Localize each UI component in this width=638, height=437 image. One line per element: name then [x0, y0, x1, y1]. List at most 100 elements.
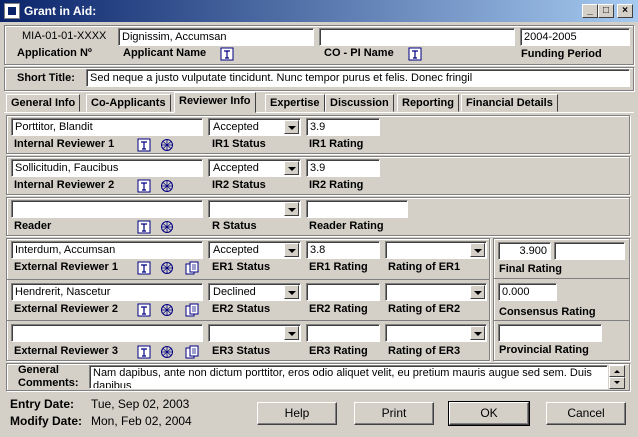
lookup-icon[interactable]	[137, 261, 151, 275]
chevron-down-icon[interactable]	[284, 326, 299, 340]
final-rating-field[interactable]: 3.900	[498, 242, 551, 260]
chevron-down-icon[interactable]	[284, 161, 299, 175]
lookup-icon[interactable]	[408, 47, 422, 61]
tab-reporting[interactable]: Reporting	[397, 94, 459, 112]
tab-general-info[interactable]: General Info	[6, 94, 81, 112]
network-icon[interactable]	[160, 179, 174, 193]
ir2-rating-label: IR2 Rating	[309, 179, 364, 191]
er3-rating-of-label: Rating of ER3	[388, 345, 461, 357]
chevron-down-icon[interactable]	[284, 243, 299, 257]
co-pi-name-label: CO - PI Name	[324, 47, 394, 59]
er2-name-field[interactable]: Hendrerit, Nascetur	[11, 283, 203, 301]
co-pi-name-field[interactable]	[319, 28, 515, 46]
comments-scrollbar[interactable]	[609, 365, 625, 389]
tab-co-applicants[interactable]: Co-Applicants	[86, 94, 171, 112]
divider	[494, 320, 629, 321]
chevron-down-icon[interactable]	[470, 285, 485, 299]
funding-period-field[interactable]: 2004-2005	[520, 28, 630, 46]
help-button[interactable]: Help	[257, 402, 337, 425]
network-icon[interactable]	[160, 345, 174, 359]
reader-name-field[interactable]	[11, 200, 203, 218]
minimize-button[interactable]: _	[582, 4, 598, 18]
provincial-rating-field[interactable]	[498, 324, 602, 342]
lookup-icon[interactable]	[137, 220, 151, 234]
er3-rating-label: ER3 Rating	[309, 345, 368, 357]
scroll-up-button[interactable]	[609, 365, 625, 377]
tab-expertise[interactable]: Expertise	[265, 94, 325, 112]
application-number-label: Application Nº	[17, 47, 92, 59]
lookup-icon[interactable]	[137, 179, 151, 193]
ir2-status-label: IR2 Status	[212, 179, 266, 191]
consensus-rating-field[interactable]: 0.000	[498, 283, 557, 301]
divider	[7, 320, 489, 321]
maximize-button[interactable]: □	[598, 4, 614, 18]
ir2-status-select[interactable]: Accepted	[208, 159, 301, 177]
tab-reviewer-info[interactable]: Reviewer Info	[174, 92, 256, 113]
applicant-name-field[interactable]: Dignissim, Accumsan	[118, 28, 314, 46]
er2-rating-of-select[interactable]	[385, 283, 487, 301]
close-button[interactable]: ×	[617, 4, 633, 18]
general-comments-textarea[interactable]: Nam dapibus, ante non dictum porttitor, …	[89, 365, 608, 389]
tab-discussion[interactable]: Discussion	[325, 94, 394, 112]
er1-rating-field[interactable]: 3.8	[306, 241, 380, 259]
ir2-rating-field[interactable]: 3.9	[306, 159, 380, 177]
funding-period-label: Funding Period	[521, 48, 602, 60]
er2-status-select[interactable]: Declined	[208, 283, 301, 301]
final-rating-label: Final Rating	[499, 263, 562, 275]
short-title-label: Short Title:	[17, 72, 75, 84]
er2-rating-field[interactable]	[306, 283, 380, 301]
ir2-name-field[interactable]: Sollicitudin, Faucibus	[11, 159, 203, 177]
ir1-rating-field[interactable]: 3.9	[306, 118, 380, 136]
reader-rating-field[interactable]	[306, 200, 408, 218]
ok-button[interactable]: OK	[448, 401, 530, 426]
ir1-status-select[interactable]: Accepted	[208, 118, 301, 136]
ir1-label: Internal Reviewer 1	[14, 138, 115, 150]
tab-financial-details[interactable]: Financial Details	[461, 94, 558, 112]
chevron-down-icon[interactable]	[284, 120, 299, 134]
final-rating-extra-field[interactable]	[554, 242, 625, 260]
chevron-down-icon[interactable]	[284, 285, 299, 299]
chevron-down-icon[interactable]	[284, 202, 299, 216]
er3-name-field[interactable]	[11, 324, 203, 342]
reader-status-select[interactable]	[208, 200, 301, 218]
modify-date-value: Mon, Feb 02, 2004	[91, 414, 192, 428]
chevron-down-icon[interactable]	[470, 326, 485, 340]
cancel-button[interactable]: Cancel	[546, 402, 626, 425]
comments-label-line1: General	[18, 364, 59, 376]
ir1-rating-label: IR1 Rating	[309, 138, 364, 150]
er3-rating-of-select[interactable]	[385, 324, 487, 342]
documents-icon[interactable]	[185, 261, 199, 275]
lookup-icon[interactable]	[137, 138, 151, 152]
er2-label: External Reviewer 2	[14, 303, 118, 315]
er1-name-field[interactable]: Interdum, Accumsan	[11, 241, 203, 259]
reader-status-label: R Status	[212, 220, 257, 232]
consensus-rating-label: Consensus Rating	[499, 306, 596, 318]
ir1-name-field[interactable]: Porttitor, Blandit	[11, 118, 203, 136]
er3-status-select[interactable]	[208, 324, 301, 342]
er1-status-label: ER1 Status	[212, 261, 271, 273]
lookup-icon[interactable]	[137, 345, 151, 359]
print-button[interactable]: Print	[354, 402, 434, 425]
entry-date-label: Entry Date:	[10, 397, 75, 411]
er1-rating-of-select[interactable]	[385, 241, 487, 259]
title-bar: Grant in Aid: _ □ ×	[0, 0, 638, 22]
er3-rating-field[interactable]	[306, 324, 380, 342]
network-icon[interactable]	[160, 261, 174, 275]
reader-rating-label: Reader Rating	[309, 220, 384, 232]
short-title-field[interactable]: Sed neque a justo vulputate tincidunt. N…	[86, 69, 630, 87]
scroll-down-button[interactable]	[609, 377, 625, 389]
documents-icon[interactable]	[185, 345, 199, 359]
lookup-icon[interactable]	[220, 47, 234, 61]
network-icon[interactable]	[160, 303, 174, 317]
network-icon[interactable]	[160, 138, 174, 152]
chevron-down-icon[interactable]	[470, 243, 485, 257]
network-icon[interactable]	[160, 220, 174, 234]
er2-status-value: Declined	[213, 286, 256, 298]
entry-date-value: Tue, Sep 02, 2003	[91, 397, 190, 411]
documents-icon[interactable]	[185, 303, 199, 317]
er1-status-select[interactable]: Accepted	[208, 241, 301, 259]
divider	[7, 279, 489, 280]
er2-rating-label: ER2 Rating	[309, 303, 368, 315]
reader-label: Reader	[14, 220, 52, 232]
lookup-icon[interactable]	[137, 303, 151, 317]
